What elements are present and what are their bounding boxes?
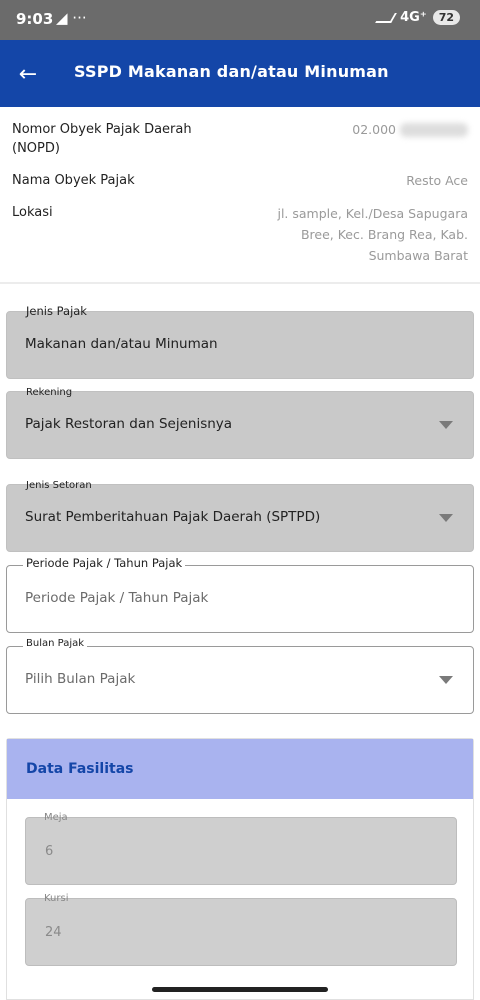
- nama-label: Nama Obyek Pajak: [12, 173, 135, 188]
- rekening-label: Rekening: [26, 387, 73, 398]
- status-time: 9:03: [16, 10, 54, 28]
- periode-label: Periode Pajak / Tahun Pajak: [23, 556, 186, 570]
- nama-value: Resto Ace: [406, 173, 468, 188]
- fasilitas-card: Data Fasilitas Meja 6 Kursi 24: [6, 738, 474, 1000]
- kursi-value: 24: [45, 925, 62, 940]
- kursi-label: Kursi: [44, 893, 69, 904]
- nopd-value: 02.000: [352, 122, 396, 137]
- kursi-field[interactable]: Kursi 24: [25, 893, 457, 966]
- jenis-pajak-label: Jenis Pajak: [26, 304, 87, 318]
- jenis-setoran-value: Surat Pemberitahuan Pajak Daerah (SPTPD): [25, 509, 321, 525]
- status-right: 4G⁺ 72: [375, 10, 460, 25]
- home-indicator[interactable]: [152, 987, 328, 992]
- jenis-pajak-field[interactable]: Jenis Pajak Makanan dan/atau Minuman: [6, 304, 474, 379]
- fasilitas-title: Data Fasilitas: [26, 761, 134, 777]
- nopd-row: Nomor Obyek Pajak Daerah (NOPD) 02.000: [12, 120, 468, 160]
- rekening-value: Pajak Restoran dan Sejenisnya: [25, 416, 233, 432]
- jenis-setoran-select[interactable]: Jenis Setoran Surat Pemberitahuan Pajak …: [6, 480, 474, 552]
- status-bar: 9:03 ◢ ··· 4G⁺ 72: [0, 0, 480, 40]
- bulan-select[interactable]: Bulan Pajak Pilih Bulan Pajak: [6, 638, 474, 714]
- redaction-blur: [400, 123, 468, 137]
- meja-label: Meja: [44, 812, 68, 823]
- bulan-label: Bulan Pajak: [23, 638, 88, 649]
- page-title: SSPD Makanan dan/atau Minuman: [74, 62, 389, 81]
- network-type: 4G⁺: [400, 10, 427, 25]
- meja-field[interactable]: Meja 6: [25, 812, 457, 885]
- notification-icons: ◢ ···: [56, 9, 87, 27]
- jenis-pajak-value: Makanan dan/atau Minuman: [25, 336, 218, 352]
- signal-icon: [375, 12, 397, 23]
- app-bar: ← SSPD Makanan dan/atau Minuman: [0, 40, 480, 107]
- meja-value: 6: [45, 844, 54, 859]
- divider: [0, 282, 480, 284]
- bulan-placeholder: Pilih Bulan Pajak: [25, 671, 136, 687]
- lokasi-row: Lokasi jl. sample, Kel./Desa Sapugara Br…: [12, 203, 468, 263]
- lokasi-value: jl. sample, Kel./Desa Sapugara Bree, Kec…: [277, 206, 468, 263]
- fasilitas-header: Data Fasilitas: [7, 739, 473, 799]
- battery-icon: 72: [432, 10, 460, 25]
- periode-placeholder: Periode Pajak / Tahun Pajak: [25, 590, 209, 606]
- nama-row: Nama Obyek Pajak Resto Ace: [12, 171, 468, 191]
- jenis-setoran-label: Jenis Setoran: [26, 480, 92, 491]
- chevron-down-icon: [439, 676, 453, 684]
- object-info: Nomor Obyek Pajak Daerah (NOPD) 02.000 N…: [0, 107, 480, 282]
- lokasi-label: Lokasi: [12, 205, 53, 220]
- chevron-down-icon: [439, 421, 453, 429]
- periode-input[interactable]: Periode Pajak / Tahun Pajak Periode Paja…: [6, 556, 474, 633]
- rekening-select[interactable]: Rekening Pajak Restoran dan Sejenisnya: [6, 387, 474, 459]
- chevron-down-icon: [439, 514, 453, 522]
- back-arrow-icon[interactable]: ←: [14, 60, 42, 88]
